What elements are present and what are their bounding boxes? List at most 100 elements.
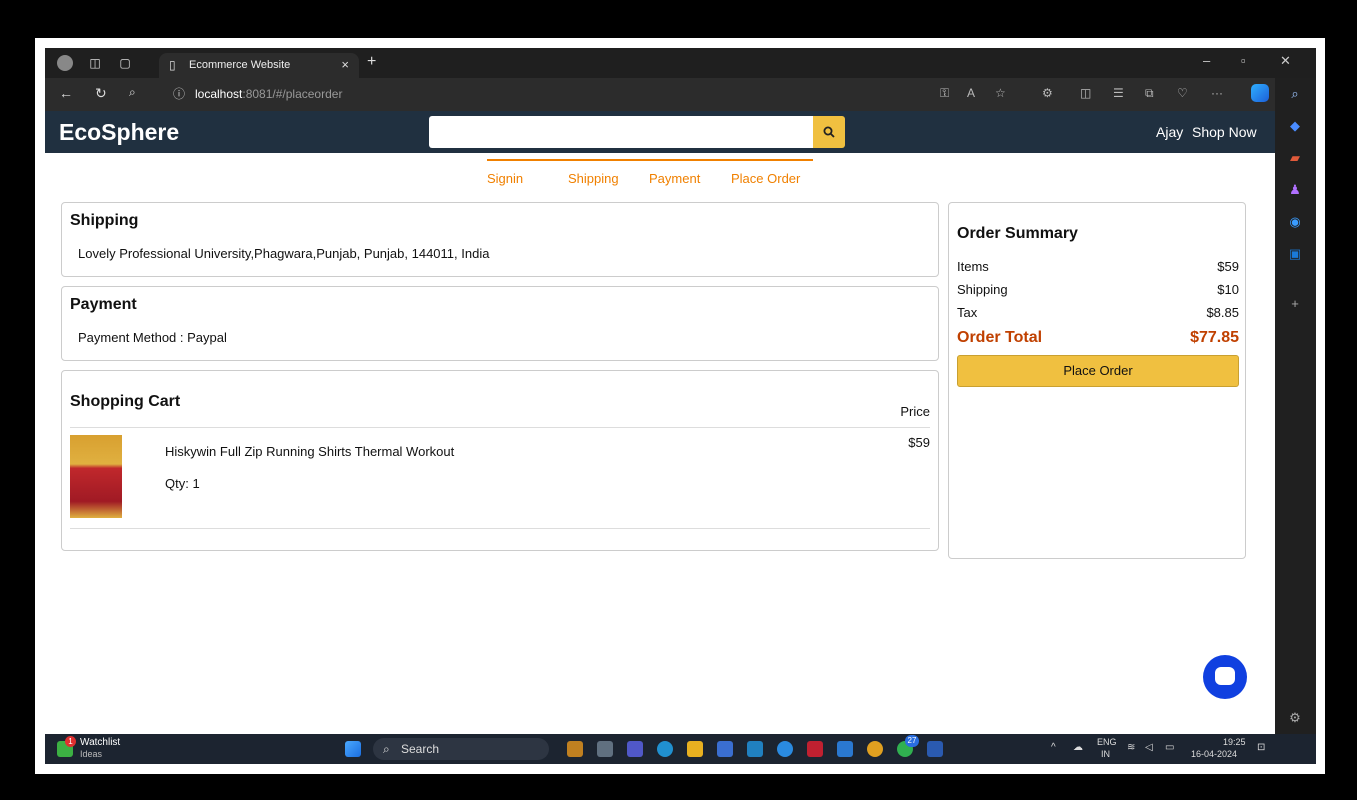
tools-icon[interactable]: ▰ [1287,150,1303,166]
shipping-address: Lovely Professional University,Phagwara,… [78,246,490,261]
help-icon[interactable] [777,741,793,757]
restore-button[interactable]: ▫ [1241,53,1246,68]
file-explorer-icon[interactable] [687,741,703,757]
app-icon-copilot[interactable] [567,741,583,757]
copilot-icon[interactable] [1251,84,1269,102]
url-host: localhost [195,87,243,101]
search-tab-icon[interactable]: ⌕ [129,85,136,100]
extensions-icon[interactable]: ⚙ [1042,86,1053,100]
payment-method: Payment Method : Paypal [78,330,227,345]
tray-expand-icon[interactable]: ^ [1051,742,1056,753]
workspaces-icon[interactable]: ◫ [87,55,103,71]
back-icon[interactable]: ← [59,85,73,101]
minimize-button[interactable]: – [1203,53,1210,68]
edge-sidebar: ⌕ ◆ ▰ ♟ ◉ ▣ + ⚙ [1275,78,1316,734]
profile-avatar-icon[interactable] [57,55,73,71]
summary-label: Items [957,259,989,274]
store-icon[interactable] [717,741,733,757]
product-image[interactable] [70,435,122,518]
clock-time[interactable]: 19:25 [1223,737,1246,747]
url-text: localhost:8081/#/placeorder [195,83,342,106]
games-icon[interactable]: ♟ [1287,182,1303,198]
order-summary-card: Order Summary Items $59 Shipping $10 Tax… [948,202,1246,559]
search-button[interactable] [813,116,845,148]
mysql-icon[interactable] [747,741,763,757]
site-info-icon[interactable]: ⓘ [173,83,185,106]
site-header: EcoSphere Ajay Shop Now [45,111,1275,153]
read-aloud-icon[interactable]: A [967,86,975,100]
chat-widget-button[interactable] [1203,655,1247,699]
chrome-icon[interactable] [867,741,883,757]
search-input[interactable] [429,116,813,148]
summary-row-tax: Tax $8.85 [957,305,1239,320]
refresh-icon[interactable]: ↻ [95,85,107,102]
tab-title: Ecommerce Website [189,59,291,71]
tab-actions-icon[interactable]: ▢ [117,55,133,71]
url-field[interactable]: ⓘ localhost:8081/#/placeorder [163,83,1163,106]
outlook-icon[interactable]: ▣ [1287,246,1303,262]
notification-icon[interactable]: ⊡ [1257,742,1265,753]
shipping-title: Shipping [70,212,139,229]
shop-now-link[interactable]: Shop Now [1192,124,1257,140]
widget-badge: 1 [65,736,76,747]
whatsapp-badge: 27 [905,735,919,747]
browser-window: ◫ ▢ ▯ Ecommerce Website × + – ▫ ✕ ← ↻ ⌕ … [45,48,1316,764]
more-menu-icon[interactable]: ··· [1211,86,1223,100]
step-place-order: Place Order [731,171,801,186]
start-icon[interactable] [345,741,361,757]
product-qty: Qty: 1 [165,476,200,491]
close-window-button[interactable]: ✕ [1280,53,1291,69]
teams-icon[interactable] [627,741,643,757]
shipping-card: Shipping Lovely Professional University,… [61,202,939,277]
region-code: IN [1101,749,1110,759]
divider [70,427,930,428]
language-code[interactable]: ENG [1097,737,1117,747]
sidebar-settings-icon[interactable]: ⚙ [1287,710,1303,726]
search-icon [823,126,835,138]
page-viewport: EcoSphere Ajay Shop Now Signin Shipping … [45,111,1275,734]
url-path: :8081/#/placeorder [242,87,343,101]
chat-icon [1215,667,1235,685]
brand-logo[interactable]: EcoSphere [59,119,179,146]
edge-icon[interactable] [657,741,673,757]
collections-icon[interactable]: ⧉ [1145,86,1154,101]
summary-label: Shipping [957,282,1008,297]
payment-title: Payment [70,296,137,313]
divider [70,528,930,529]
new-tab-button[interactable]: + [367,53,376,71]
search-icon: ⌕ [383,742,390,756]
user-menu-link[interactable]: Ajay [1156,124,1183,140]
product-price: $59 [908,435,930,450]
page-icon: ▯ [169,58,176,72]
password-icon[interactable]: ⚿ [940,86,949,101]
product-name[interactable]: Hiskywin Full Zip Running Shirts Thermal… [165,444,454,459]
widget-title[interactable]: Watchlist [80,737,120,748]
browser-tab[interactable]: ▯ Ecommerce Website × [159,53,359,78]
price-header: Price [900,404,930,419]
word-icon[interactable] [927,741,943,757]
search-icon[interactable]: ⌕ [1287,86,1303,102]
title-bar: ◫ ▢ ▯ Ecommerce Website × + – ▫ ✕ [45,48,1316,78]
browser-essentials-icon[interactable]: ♡ [1177,86,1188,100]
payment-card: Payment Payment Method : Paypal [61,286,939,361]
volume-icon[interactable]: ◁ [1145,742,1153,753]
vscode-icon[interactable] [837,741,853,757]
onedrive-icon[interactable]: ☁ [1073,742,1083,753]
shopping-tag-icon[interactable]: ◆ [1287,118,1303,134]
split-screen-icon[interactable]: ◫ [1080,86,1091,100]
wifi-icon[interactable]: ≋ [1127,742,1135,753]
favorites-icon[interactable]: ☰ [1113,86,1124,100]
battery-icon[interactable]: ▭ [1165,742,1174,753]
close-tab-icon[interactable]: × [341,57,349,72]
add-sidebar-icon[interactable]: + [1287,296,1303,312]
mcafee-icon[interactable] [807,741,823,757]
windows-taskbar: 1 Watchlist Ideas ⌕ Search 27 ^ ☁ ENG IN… [45,734,1316,764]
microsoft-365-icon[interactable]: ◉ [1287,214,1303,230]
favorite-star-icon[interactable]: ☆ [995,86,1006,100]
place-order-button[interactable]: Place Order [957,355,1239,387]
step-payment: Payment [649,171,701,186]
task-view-icon[interactable] [597,741,613,757]
taskbar-search[interactable]: ⌕ Search [373,738,549,760]
screenshot-frame: ◫ ▢ ▯ Ecommerce Website × + – ▫ ✕ ← ↻ ⌕ … [35,38,1325,774]
summary-row-items: Items $59 [957,259,1239,274]
